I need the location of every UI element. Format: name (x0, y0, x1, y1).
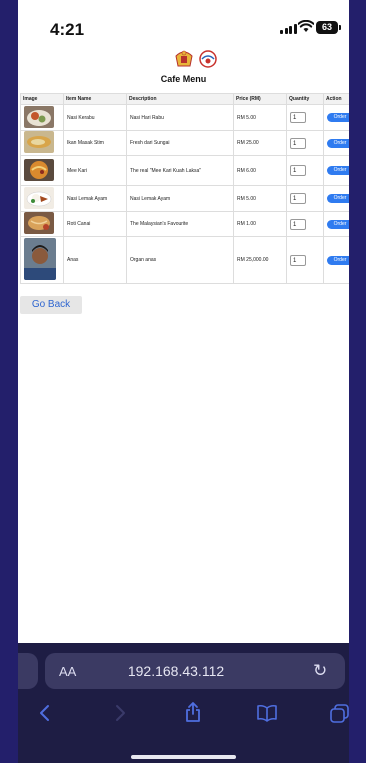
table-row: Nasi Kerabu Nasi Hari Rabu RM 5.00 1 Ord… (20, 104, 349, 131)
item-description: Organ anas (126, 236, 234, 284)
item-price: RM 1.00 (233, 211, 287, 237)
battery-icon: 63 (316, 21, 341, 34)
quantity-input[interactable]: 1 (290, 165, 306, 176)
table-row: Roti Canai The Malaysian's Favourite RM … (20, 211, 349, 237)
quantity-input[interactable]: 1 (290, 254, 306, 266)
tabs-icon[interactable] (330, 704, 349, 723)
wifi-icon (298, 20, 314, 32)
action-cell: Order (323, 211, 349, 237)
food-image-nasi-kerabu (24, 105, 54, 128)
image-cell (20, 185, 64, 212)
item-price: RM 5.00 (233, 104, 287, 131)
clock: 4:21 (50, 20, 85, 39)
action-cell: Order (323, 236, 349, 284)
order-button[interactable]: Order (327, 113, 349, 122)
image-cell (20, 211, 64, 237)
item-description: Nasi Hari Rabu (126, 104, 234, 131)
order-button[interactable]: Order (327, 138, 349, 148)
bookmarks-icon[interactable] (256, 704, 278, 722)
image-cell (20, 236, 64, 284)
column-header-item-name: Item Name (63, 93, 127, 105)
food-image-nasi-lemak-ayam (24, 186, 54, 209)
quantity-cell: 1 (286, 130, 324, 156)
image-cell (20, 104, 64, 131)
item-price: RM 25,000.00 (233, 236, 287, 284)
image-cell (20, 130, 64, 156)
previous-tab-peek[interactable] (18, 653, 38, 689)
cellular-signal-icon (280, 24, 297, 34)
quantity-cell: 1 (286, 236, 324, 284)
order-button[interactable]: Order (327, 166, 349, 175)
item-name: Mee Kari (63, 155, 127, 186)
item-price: RM 25.00 (233, 130, 287, 156)
quantity-input[interactable]: 1 (290, 137, 306, 149)
header-logos (173, 50, 219, 68)
quantity-cell: 1 (286, 104, 324, 131)
forward-icon[interactable] (113, 703, 127, 723)
item-description: The real "Mee Kari Kuah Laksa" (126, 155, 234, 186)
image-cell (20, 155, 64, 186)
person-photo-anas (24, 238, 56, 280)
item-description: Nasi Lemak Ayam (126, 185, 234, 212)
table-row: Nasi Lemak Ayam Nasi Lemak Ayam RM 5.00 … (20, 185, 349, 212)
browser-toolbar (18, 701, 349, 733)
item-price: RM 6.00 (233, 155, 287, 186)
action-cell: Order (323, 130, 349, 156)
column-header-image: Image (20, 93, 64, 105)
crest-logo (175, 50, 193, 67)
action-cell: Order (323, 104, 349, 131)
food-image-mee-kari (24, 158, 54, 181)
menu-table: Image Item Name Description Price (RM) Q… (20, 93, 349, 284)
item-price: RM 5.00 (233, 185, 287, 212)
quantity-cell: 1 (286, 211, 324, 237)
phone-screen: 4:21 63 Cafe Menu Image Item Name Descri… (18, 0, 349, 763)
item-name: Nasi Kerabu (63, 104, 127, 131)
order-button[interactable]: Order (327, 255, 349, 265)
item-description: The Malaysian's Favourite (126, 211, 234, 237)
item-name: Anas (63, 236, 127, 284)
item-description: Fresh dari Sungai (126, 130, 234, 156)
go-back-button[interactable]: Go Back (20, 296, 82, 314)
table-row: Ikan Masak Stim Fresh dari Sungai RM 25.… (20, 130, 349, 156)
food-image-roti-canai (24, 212, 54, 234)
quantity-input[interactable]: 1 (290, 218, 306, 230)
column-header-price: Price (RM) (233, 93, 287, 105)
order-button[interactable]: Order (327, 219, 349, 229)
safari-bottom-bar: AA 192.168.43.112 ↻ (18, 643, 349, 763)
table-row: Anas Organ anas RM 25,000.00 1 Order (20, 236, 349, 284)
institution-logo (199, 50, 217, 68)
column-header-quantity: Quantity (286, 93, 324, 105)
table-header-row: Image Item Name Description Price (RM) Q… (20, 93, 349, 105)
action-cell: Order (323, 185, 349, 212)
order-button[interactable]: Order (327, 194, 349, 203)
item-name: Roti Canai (63, 211, 127, 237)
table-row: Mee Kari The real "Mee Kari Kuah Laksa" … (20, 155, 349, 186)
quantity-cell: 1 (286, 155, 324, 186)
action-cell: Order (323, 155, 349, 186)
url-text: 192.168.43.112 (127, 663, 225, 679)
item-name: Nasi Lemak Ayam (63, 185, 127, 212)
reload-icon[interactable]: ↻ (313, 661, 327, 681)
address-bar[interactable]: AA 192.168.43.112 ↻ (45, 653, 345, 689)
column-header-action: Action (323, 93, 349, 105)
share-icon[interactable] (184, 701, 202, 723)
item-name: Ikan Masak Stim (63, 130, 127, 156)
food-image-ikan-masak-stim (24, 131, 54, 153)
page-title: Cafe Menu (160, 74, 207, 84)
status-bar: 4:21 63 (18, 0, 349, 44)
back-icon[interactable] (38, 703, 52, 723)
home-indicator (131, 755, 236, 759)
quantity-input[interactable]: 1 (290, 112, 306, 123)
column-header-description: Description (126, 93, 234, 105)
quantity-input[interactable]: 1 (290, 193, 306, 204)
quantity-cell: 1 (286, 185, 324, 212)
